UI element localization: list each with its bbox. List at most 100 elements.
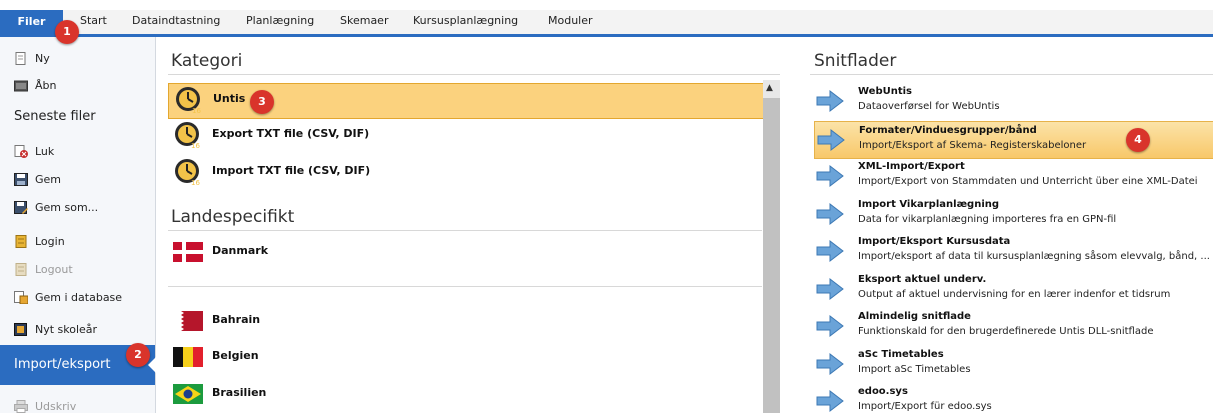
country-item-brasilien[interactable]: Brasilien xyxy=(168,378,762,412)
untis-clock-icon: 16 xyxy=(175,159,200,186)
logout-icon xyxy=(15,263,27,276)
arrow-right-icon xyxy=(816,164,844,188)
close-file-icon xyxy=(14,145,28,158)
ribbon: Filer Start Dataindtastning Planlægning … xyxy=(0,0,1213,35)
tab-start[interactable]: Start xyxy=(80,14,107,27)
category-item-export-txt[interactable]: 16 Export TXT file (CSV, DIF) xyxy=(168,119,762,153)
svg-text:16: 16 xyxy=(191,179,200,186)
interface-description: Funktionskald for den brugerdefinerede U… xyxy=(858,326,1154,337)
tab-moduler[interactable]: Moduler xyxy=(548,14,593,27)
sidebar-label-logout: Logout xyxy=(35,263,73,276)
interface-description: Import/Export von Stammdaten und Unterri… xyxy=(858,176,1198,187)
interface-item-vikar[interactable]: Import Vikarplanlægning Data for vikarpla… xyxy=(814,196,1213,232)
sidebar-item-new-school-year[interactable]: Nyt skoleår xyxy=(14,323,97,336)
category-item-import-txt[interactable]: 16 Import TXT file (CSV, DIF) xyxy=(168,156,762,190)
brazil-flag-icon xyxy=(173,384,203,404)
step-badge-3: 3 xyxy=(250,90,274,114)
step-badge-1: 1 xyxy=(55,20,79,44)
interface-item-xml[interactable]: XML-Import/Export Import/Export von Stamm… xyxy=(814,158,1213,194)
interface-title: WebUntis xyxy=(858,86,913,97)
arrow-right-icon xyxy=(816,239,844,263)
interface-description: Import aSc Timetables xyxy=(858,363,971,375)
snitflader-divider xyxy=(810,74,1213,75)
snitflader-heading: Snitflader xyxy=(814,51,897,71)
interface-item-formater[interactable]: Formater/Vinduesgrupper/bånd Import/Ekspo… xyxy=(814,120,1213,159)
untis-clock-icon: 16 xyxy=(176,87,201,114)
sidebar-item-login[interactable]: Login xyxy=(14,235,65,248)
printer-icon xyxy=(14,400,28,413)
sidebar-item-open[interactable]: Åbn xyxy=(14,79,56,92)
tab-dataindtastning[interactable]: Dataindtastning xyxy=(132,14,220,27)
landespecifikt-divider xyxy=(168,230,762,231)
interface-title: Import/Eksport Kursusdata xyxy=(858,236,1011,247)
save-as-icon xyxy=(14,201,28,214)
sidebar-label-close: Luk xyxy=(35,145,55,158)
arrow-right-icon xyxy=(816,352,844,375)
interface-title: aSc Timetables xyxy=(858,348,944,360)
sidebar-label-save-as: Gem som... xyxy=(35,201,99,214)
sidebar-item-new[interactable]: Ny xyxy=(14,52,50,65)
interface-item-kursusdata[interactable]: Import/Eksport Kursusdata Import/eksport … xyxy=(814,233,1213,269)
category-label-export-txt: Export TXT file (CSV, DIF) xyxy=(212,127,370,140)
country-label-bahrain: Bahrain xyxy=(212,313,261,326)
svg-text:16: 16 xyxy=(192,107,201,114)
interface-item-webuntis[interactable]: WebUntis Dataoverførsel for WebUntis xyxy=(814,83,1213,119)
interface-title: XML-Import/Export xyxy=(858,161,965,172)
untis-clock-icon: 16 xyxy=(175,122,200,149)
country-item-belgien[interactable]: Belgien xyxy=(168,341,762,375)
country-item-bahrain[interactable]: Bahrain xyxy=(168,305,762,339)
category-scrollbar[interactable]: ▲ xyxy=(763,80,780,413)
interface-title: edoo.sys xyxy=(858,386,908,397)
sidebar-label-new: Ny xyxy=(35,52,50,65)
denmark-flag-icon xyxy=(173,242,203,262)
arrow-right-icon xyxy=(816,389,844,413)
sidebar-item-save-as[interactable]: Gem som... xyxy=(14,201,98,214)
sidebar-item-save-database[interactable]: Gem i database xyxy=(14,291,122,304)
arrow-right-icon xyxy=(817,128,845,151)
sidebar-label-login: Login xyxy=(35,235,65,248)
scrollbar-thumb[interactable] xyxy=(763,98,780,413)
interface-title: Almindelig snitflade xyxy=(858,311,971,322)
open-folder-icon xyxy=(14,80,28,92)
login-icon xyxy=(15,235,27,248)
sidebar-label-new-school-year: Nyt skoleår xyxy=(35,323,98,336)
belgium-flag-icon xyxy=(173,347,203,367)
interface-description: Import/eksport af data til kursusplanlæg… xyxy=(858,251,1210,262)
category-label-import-txt: Import TXT file (CSV, DIF) xyxy=(212,164,371,177)
interface-description: Dataoverførsel for WebUntis xyxy=(858,101,1000,112)
bahrain-flag-icon xyxy=(173,311,203,331)
sidebar-item-close[interactable]: Luk xyxy=(14,145,54,158)
step-badge-2: 2 xyxy=(126,343,150,367)
new-school-year-icon xyxy=(14,323,27,336)
step-badge-4: 4 xyxy=(1126,128,1150,152)
tab-skemaer[interactable]: Skemaer xyxy=(340,14,388,27)
interface-item-almindelig[interactable]: Almindelig snitflade Funktionskald for de… xyxy=(814,308,1213,344)
arrow-right-icon xyxy=(816,277,844,300)
new-file-icon xyxy=(15,52,26,65)
sidebar-label-import-export: Import/eksport xyxy=(14,357,111,372)
selection-pointer xyxy=(148,357,156,373)
tab-planlaegning[interactable]: Planlægning xyxy=(246,14,314,27)
interface-item-eksport-aktuel[interactable]: Eksport aktuel underv. Output af aktuel u… xyxy=(814,271,1213,307)
sidebar-label-save-database: Gem i database xyxy=(35,291,123,304)
arrow-right-icon xyxy=(816,89,844,113)
country-label-danmark: Danmark xyxy=(212,244,269,257)
save-disk-icon xyxy=(14,173,28,186)
svg-text:16: 16 xyxy=(191,142,200,149)
landespecifikt-heading: Landespecifikt xyxy=(171,207,295,227)
country-label-brasilien: Brasilien xyxy=(212,386,267,399)
tab-file[interactable]: Filer xyxy=(0,10,63,34)
scroll-up-icon[interactable]: ▲ xyxy=(766,83,773,93)
interface-item-asc[interactable]: aSc Timetables Import aSc Timetables xyxy=(814,346,1213,382)
country-item-danmark[interactable]: Danmark xyxy=(168,236,762,270)
sidebar-item-save[interactable]: Gem xyxy=(14,173,61,186)
country-divider xyxy=(168,286,762,287)
sidebar-label-save: Gem xyxy=(35,173,62,186)
interface-item-edoo[interactable]: edoo.sys Import/Export für edoo.sys xyxy=(814,383,1213,419)
arrow-right-icon xyxy=(816,202,844,225)
sidebar-item-recent[interactable]: Seneste filer xyxy=(14,109,96,124)
interface-description: Import/Eksport af Skema- Registerskabelo… xyxy=(859,139,1087,151)
interface-description: Import/Export für edoo.sys xyxy=(858,401,992,412)
country-label-belgien: Belgien xyxy=(212,349,259,362)
tab-kursusplanlaegning[interactable]: Kursusplanlægning xyxy=(413,14,518,27)
